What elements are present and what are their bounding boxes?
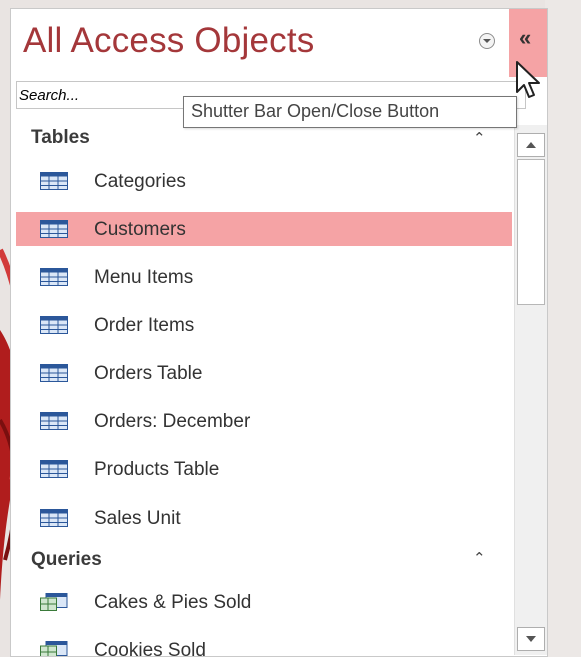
table-icon: [40, 460, 68, 478]
table-icon: [40, 509, 68, 527]
scroll-down-button[interactable]: [517, 627, 545, 651]
list-item-label: Menu Items: [94, 267, 194, 288]
table-icon: [40, 268, 68, 286]
list-item-label: Products Table: [94, 459, 220, 480]
double-chevron-up-icon[interactable]: ⌃: [473, 549, 486, 567]
table-icon: [40, 316, 68, 334]
list-item-table[interactable]: Categories: [16, 164, 512, 198]
vertical-scrollbar[interactable]: [514, 125, 547, 655]
list-item-table[interactable]: Menu Items: [16, 260, 512, 294]
double-chevron-left-icon: «: [519, 25, 532, 50]
list-item-label: Order Items: [94, 315, 195, 336]
scroll-thumb[interactable]: [517, 159, 545, 305]
tooltip: Shutter Bar Open/Close Button: [183, 96, 517, 128]
query-icon: [40, 641, 68, 656]
pane-title[interactable]: All Access Objects: [23, 21, 314, 61]
list-item-label: Categories: [94, 171, 186, 192]
group-header-queries[interactable]: Queries: [31, 549, 102, 571]
mouse-cursor-icon: [516, 61, 540, 98]
scroll-up-button[interactable]: [517, 133, 545, 157]
table-icon: [40, 364, 68, 382]
list-item-label: Cakes & Pies Sold: [94, 592, 252, 613]
table-icon: [40, 220, 68, 238]
dropdown-circle-icon[interactable]: [479, 33, 495, 49]
list-item-table-selected[interactable]: Customers: [16, 212, 512, 246]
list-item-label: Sales Unit: [94, 508, 181, 529]
list-item-table[interactable]: Products Table: [16, 452, 512, 486]
double-chevron-up-icon[interactable]: ⌃: [473, 129, 486, 147]
list-item-label: Orders Table: [94, 363, 203, 384]
list-item-table[interactable]: Orders Table: [16, 356, 512, 390]
list-item-table[interactable]: Orders: December: [16, 404, 512, 438]
list-item-table[interactable]: Order Items: [16, 308, 512, 342]
group-header-tables[interactable]: Tables: [31, 127, 90, 149]
list-item-query[interactable]: Cakes & Pies Sold: [16, 585, 512, 619]
list-item-table[interactable]: Sales Unit: [16, 501, 512, 535]
list-item-label: Orders: December: [94, 411, 251, 432]
list-item-label: Customers: [94, 219, 186, 240]
background-right: [545, 0, 581, 657]
list-item-label: Cookies Sold: [94, 640, 206, 657]
query-icon: [40, 593, 68, 611]
table-icon: [40, 412, 68, 430]
table-icon: [40, 172, 68, 190]
list-item-query[interactable]: Cookies Sold: [16, 633, 512, 657]
